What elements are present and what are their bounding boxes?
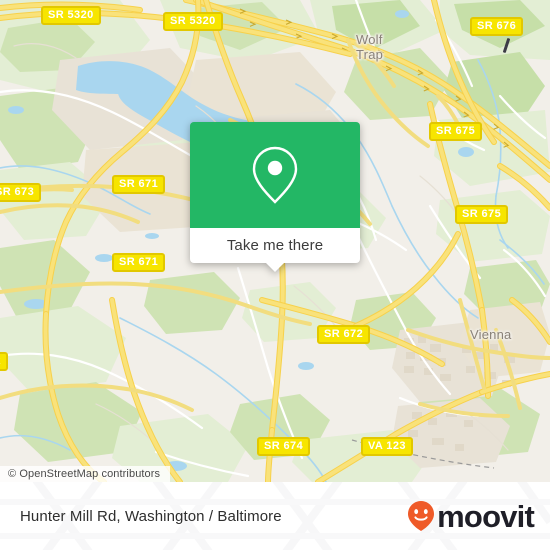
road-shield-sr-671-south: SR 671 (112, 253, 166, 272)
moovit-pin-icon (408, 501, 435, 531)
location-popup-card[interactable]: Take me there (190, 122, 360, 272)
road-shield-sr-5320-west: SR 5320 (41, 6, 101, 25)
location-title: Hunter Mill Rd, Washington / Baltimore (20, 507, 282, 525)
map-attribution[interactable]: © OpenStreetMap contributors (0, 466, 171, 482)
popup-header (190, 122, 360, 228)
location-pin-icon (252, 146, 298, 204)
road-shield-va-123: VA 123 (361, 437, 413, 456)
bottom-info-bar: Hunter Mill Rd, Washington / Baltimore m… (0, 482, 550, 550)
popup-action-bar[interactable]: Take me there (190, 228, 360, 272)
road-shield-sr-671-north: SR 671 (112, 175, 166, 194)
popup-pointer (266, 263, 284, 272)
road-shield-sr-672: SR 672 (317, 325, 371, 344)
road-shield-sr-676: SR 676 (470, 17, 524, 36)
take-me-there-label: Take me there (226, 237, 324, 254)
road-shield-clipped-left: SR (0, 352, 9, 371)
road-shield-sr-675-north: SR 675 (429, 122, 483, 141)
road-shield-sr-673: SR 673 (0, 183, 42, 202)
road-shield-sr-5320-east: SR 5320 (163, 12, 223, 31)
road-shield-sr-675-south: SR 675 (455, 205, 509, 224)
moovit-map-screen: .land { fill:#f2efe9; } .green { fill:#c… (0, 0, 550, 550)
attribution-text: © OpenStreetMap contributors (8, 468, 161, 480)
moovit-logo[interactable]: moovit (406, 498, 535, 534)
road-shield-sr-674: SR 674 (257, 437, 311, 456)
map-canvas[interactable]: .land { fill:#f2efe9; } .green { fill:#c… (0, 0, 550, 482)
moovit-wordmark: moovit (437, 498, 535, 534)
